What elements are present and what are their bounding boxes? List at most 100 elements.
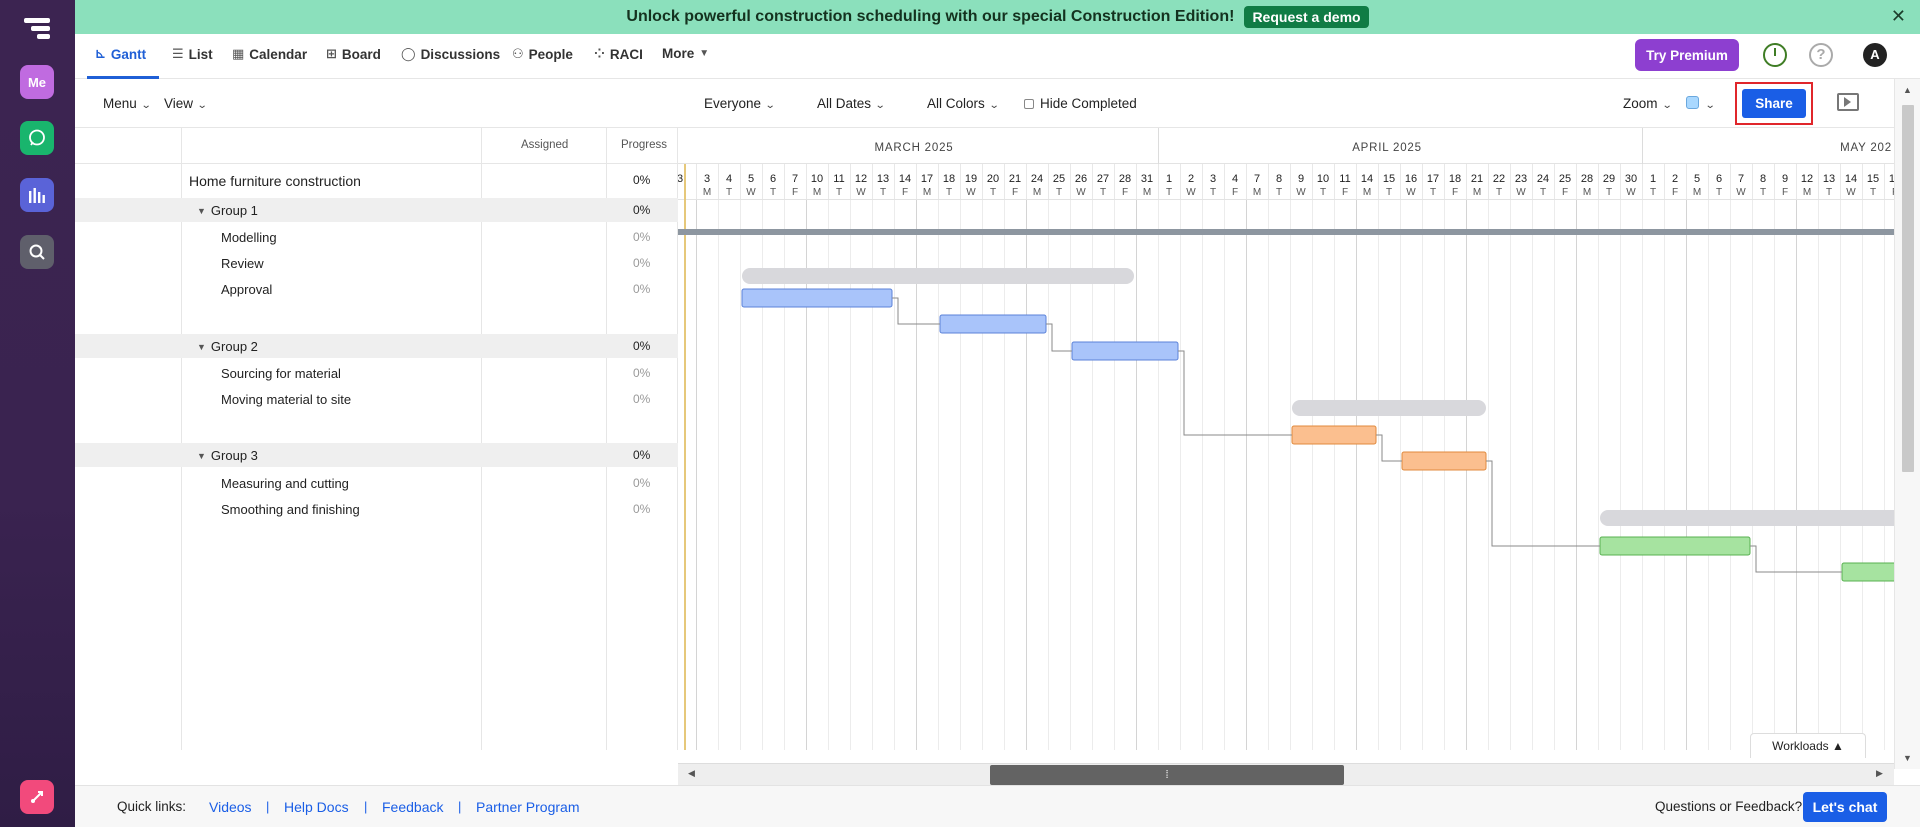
hide-completed-checkbox[interactable]: Hide Completed bbox=[1024, 96, 1137, 111]
task-row[interactable]: Modelling 0% bbox=[75, 225, 678, 249]
try-premium-button[interactable]: Try Premium bbox=[1635, 39, 1739, 71]
vertical-scroll-thumb[interactable] bbox=[1902, 105, 1914, 472]
tab-gantt[interactable]: ⊾ Gantt bbox=[95, 46, 146, 62]
day-letter: W bbox=[966, 187, 976, 198]
row-name[interactable]: ▼ Group 3 bbox=[197, 448, 258, 463]
task-row[interactable]: Moving material to site 0% bbox=[75, 387, 678, 411]
zoom-dropdown[interactable]: Zoom ⌄ bbox=[1623, 96, 1672, 111]
collapse-triangle-icon[interactable]: ▼ bbox=[197, 206, 206, 216]
group-summary-bar[interactable] bbox=[742, 268, 1134, 284]
tab-board[interactable]: ⊞ Board bbox=[326, 46, 381, 62]
tab-people[interactable]: ⚇ People bbox=[512, 46, 573, 62]
workloads-toggle[interactable]: Workloads ▲ bbox=[1750, 733, 1866, 758]
present-icon[interactable] bbox=[1837, 93, 1859, 111]
group-row[interactable]: ▼ Group 2 0% bbox=[75, 334, 678, 358]
row-name[interactable]: Home furniture construction bbox=[189, 173, 361, 189]
day-number: 24 bbox=[1031, 173, 1043, 185]
scroll-down-icon[interactable]: ▼ bbox=[1903, 753, 1912, 763]
row-name[interactable]: Smoothing and finishing bbox=[221, 502, 360, 517]
feedback-link[interactable]: Feedback bbox=[382, 799, 443, 815]
scroll-up-icon[interactable]: ▲ bbox=[1903, 85, 1912, 95]
tab-list[interactable]: ☰ List bbox=[172, 46, 213, 62]
group-summary-bar[interactable] bbox=[1600, 510, 1894, 526]
tab-more[interactable]: More ▼ bbox=[662, 46, 709, 61]
task-bar[interactable] bbox=[939, 314, 1047, 334]
view-dropdown[interactable]: View ⌄ bbox=[164, 96, 208, 111]
horizontal-scrollbar[interactable]: ◀ ⁞ ▶ bbox=[678, 763, 1894, 785]
app-logo-icon[interactable] bbox=[20, 12, 54, 46]
assigned-header[interactable]: Assigned bbox=[521, 139, 568, 151]
task-bar[interactable] bbox=[1599, 536, 1751, 556]
progress-header[interactable]: Progress bbox=[621, 139, 667, 151]
row-name-text: Group 3 bbox=[210, 448, 258, 463]
menu-dropdown[interactable]: Menu ⌄ bbox=[103, 96, 152, 111]
lets-chat-button[interactable]: Let's chat bbox=[1803, 792, 1887, 822]
me-button[interactable]: Me bbox=[20, 65, 54, 99]
task-bar[interactable] bbox=[741, 288, 893, 308]
group-summary-bar[interactable] bbox=[1292, 400, 1486, 416]
color-swatch[interactable] bbox=[1686, 96, 1699, 109]
row-name[interactable]: Measuring and cutting bbox=[221, 476, 349, 491]
request-demo-button[interactable]: Request a demo bbox=[1244, 6, 1369, 28]
row-name[interactable]: Modelling bbox=[221, 230, 277, 245]
project-bar[interactable] bbox=[678, 229, 1894, 235]
row-name[interactable]: ▼ Group 1 bbox=[197, 203, 258, 218]
row-name[interactable]: ▼ Group 2 bbox=[197, 339, 258, 354]
row-name[interactable]: Review bbox=[221, 256, 264, 271]
partner-program-link[interactable]: Partner Program bbox=[476, 799, 579, 815]
project-row[interactable]: Home furniture construction 0% bbox=[75, 168, 678, 192]
color-chevron-down-icon[interactable]: ⌄ bbox=[1701, 96, 1716, 111]
row-name[interactable]: Approval bbox=[221, 282, 272, 297]
row-name[interactable]: Moving material to site bbox=[221, 392, 351, 407]
task-bar[interactable] bbox=[1401, 451, 1487, 471]
everyone-filter[interactable]: Everyone ⌄ bbox=[704, 96, 776, 111]
everyone-label: Everyone bbox=[704, 96, 762, 111]
share-button[interactable]: Share bbox=[1742, 89, 1806, 118]
quick-links-label: Quick links: bbox=[117, 799, 187, 814]
scroll-right-icon[interactable]: ▶ bbox=[1876, 768, 1883, 779]
task-row[interactable]: Sourcing for material 0% bbox=[75, 361, 678, 385]
collapse-triangle-icon[interactable]: ▼ bbox=[197, 342, 206, 352]
day-letter: T bbox=[1430, 187, 1436, 198]
checkbox-icon[interactable] bbox=[1024, 99, 1034, 109]
day-number: 18 bbox=[1449, 173, 1461, 185]
view-tabs: ⊾ Gantt ☰ List ▦ Calendar ⊞ Board ◯ Discussio… bbox=[75, 34, 1920, 79]
task-bar[interactable] bbox=[1841, 562, 1894, 582]
horizontal-scroll-thumb[interactable]: ⁞ bbox=[990, 765, 1344, 785]
tab-raci[interactable]: ⁘ RACI bbox=[594, 46, 643, 62]
videos-link[interactable]: Videos bbox=[209, 799, 252, 815]
history-icon[interactable] bbox=[1763, 43, 1787, 67]
chat-icon[interactable] bbox=[20, 121, 54, 155]
reports-icon[interactable] bbox=[20, 178, 54, 212]
row-progress: 0% bbox=[633, 476, 651, 490]
tab-discussions[interactable]: ◯ Discussions bbox=[401, 46, 500, 62]
link-separator: | bbox=[458, 799, 462, 814]
group-row[interactable]: ▼ Group 3 0% bbox=[75, 443, 678, 467]
rocket-icon[interactable] bbox=[20, 780, 54, 814]
scroll-left-icon[interactable]: ◀ bbox=[688, 768, 695, 779]
collapse-triangle-icon[interactable]: ▼ bbox=[197, 451, 206, 461]
day-letter: W bbox=[856, 187, 866, 198]
close-icon[interactable]: ✕ bbox=[1891, 6, 1906, 27]
tab-calendar[interactable]: ▦ Calendar bbox=[232, 46, 307, 62]
task-row[interactable]: Approval 0% bbox=[75, 277, 678, 301]
group-row[interactable]: ▼ Group 1 0% bbox=[75, 198, 678, 222]
dates-filter[interactable]: All Dates ⌄ bbox=[817, 96, 886, 111]
row-name[interactable]: Sourcing for material bbox=[221, 366, 341, 381]
search-icon[interactable] bbox=[20, 235, 54, 269]
task-bar[interactable] bbox=[1291, 425, 1377, 445]
day-letter: T bbox=[880, 187, 886, 198]
task-row[interactable]: Review 0% bbox=[75, 251, 678, 275]
colors-filter[interactable]: All Colors ⌄ bbox=[927, 96, 1000, 111]
chevron-down-icon: ⌄ bbox=[988, 100, 1000, 111]
vertical-scrollbar[interactable]: ▲ ▼ bbox=[1894, 79, 1920, 769]
task-bar[interactable] bbox=[1071, 341, 1179, 361]
day-number: 11 bbox=[1339, 173, 1350, 185]
task-row[interactable]: Measuring and cutting 0% bbox=[75, 471, 678, 495]
help-docs-link[interactable]: Help Docs bbox=[284, 799, 349, 815]
chevron-down-icon: ⌄ bbox=[140, 100, 152, 111]
task-row[interactable]: Smoothing and finishing 0% bbox=[75, 497, 678, 521]
day-letter: M bbox=[1033, 187, 1041, 198]
avatar[interactable]: A bbox=[1863, 43, 1887, 67]
help-icon[interactable]: ? bbox=[1809, 43, 1833, 67]
